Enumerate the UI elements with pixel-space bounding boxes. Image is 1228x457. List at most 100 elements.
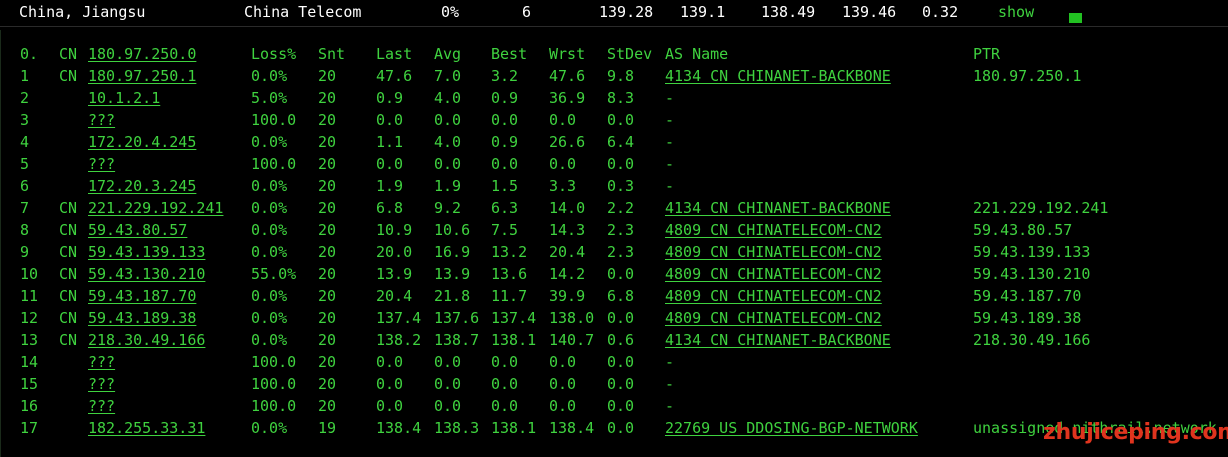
hop-as-name-link[interactable]: 22769 US DDOSING-BGP-NETWORK [665, 419, 918, 437]
hop-stdev: 0.0 [607, 265, 635, 283]
hop-as-name-link[interactable]: 4809 CN CHINATELECOM-CN2 [665, 243, 882, 261]
hop-as-name: - [665, 397, 675, 415]
hop-hop: 16 [20, 397, 39, 415]
hop-snt: 20 [318, 221, 337, 239]
hop-as-name-link[interactable]: 4809 CN CHINATELECOM-CN2 [665, 265, 882, 283]
hop-last: 0.0 [376, 155, 404, 173]
hop-as-name: - [665, 353, 675, 371]
hop-snt: 20 [318, 133, 337, 151]
hop-as-name: - [665, 89, 675, 107]
hop-stdev: 0.6 [607, 331, 635, 349]
hop-snt: 20 [318, 287, 337, 305]
hop-best: 137.4 [491, 309, 537, 327]
column-header-last: Last [376, 45, 413, 63]
hop-row: 6 172.20.3.245 0.0% 20 1.9 1.9 1.5 3.3 0.3 - [1, 175, 1228, 197]
hop-last: 1.9 [376, 177, 404, 195]
hop-hop: 3 [20, 111, 30, 129]
hop-as-name-link[interactable]: 4809 CN CHINATELECOM-CN2 [665, 287, 882, 305]
hop-avg: 13.9 [434, 265, 471, 283]
hop-wrst: 36.9 [549, 89, 586, 107]
hop-avg: 137.6 [434, 309, 480, 327]
column-header-loss: Loss% [251, 45, 297, 63]
hop-as-name-link[interactable]: 4134 CN CHINANET-BACKBONE [665, 331, 891, 349]
hop-hop: 4 [20, 133, 30, 151]
hop-hop: 10 [20, 265, 39, 283]
hop-host-link[interactable]: ??? [88, 397, 115, 415]
hop-wrst: 20.4 [549, 243, 586, 261]
column-header-host[interactable]: 180.97.250.0 [88, 45, 196, 63]
hop-host-link[interactable]: ??? [88, 111, 115, 129]
hop-host-link[interactable]: 172.20.4.245 [88, 133, 196, 151]
hop-as-name-link[interactable]: 4809 CN CHINATELECOM-CN2 [665, 309, 882, 327]
hop-host-link[interactable]: 59.43.80.57 [88, 221, 187, 239]
hop-loss: 100.0 [251, 155, 297, 173]
hop-wrst: 140.7 [549, 331, 595, 349]
show-details-link[interactable]: show [998, 3, 1034, 21]
hop-row: 14??? 100.0 20 0.0 0.0 0.0 0.0 0.0 - [1, 351, 1228, 373]
column-header-snt: Snt [318, 45, 346, 63]
hop-loss: 0.0% [251, 309, 288, 327]
hop-loss: 0.0% [251, 67, 288, 85]
hop-last: 0.9 [376, 89, 404, 107]
hop-loss: 0.0% [251, 331, 288, 349]
hop-stdev: 2.3 [607, 221, 635, 239]
hop-host-link[interactable]: ??? [88, 375, 115, 393]
hop-best: 0.9 [491, 133, 519, 151]
hop-row: 11 CN 59.43.187.70 0.0% 20 20.4 21.8 11.7 39.9 6.… [1, 285, 1228, 307]
hop-as-name-link[interactable]: 4134 CN CHINANET-BACKBONE [665, 199, 891, 217]
hop-as-name: - [665, 375, 675, 393]
hop-avg: 10.6 [434, 221, 471, 239]
hop-host-link[interactable]: ??? [88, 353, 115, 371]
hop-cc: CN [59, 67, 78, 85]
hop-last: 13.9 [376, 265, 413, 283]
hop-host-link[interactable]: 218.30.49.166 [88, 331, 205, 349]
hop-cc: CN [59, 243, 78, 261]
summary-avg: 139.1 [680, 3, 726, 21]
hop-hop: 13 [20, 331, 39, 349]
hop-best: 138.1 [491, 419, 537, 437]
hop-loss: 0.0% [251, 199, 288, 217]
hop-row: 8 CN 59.43.80.57 0.0% 20 10.9 10.6 7.5 14.3 2.3 48… [1, 219, 1228, 241]
hop-loss: 0.0% [251, 287, 288, 305]
hop-host-link[interactable]: 10.1.2.1 [88, 89, 160, 107]
hop-wrst: 26.6 [549, 133, 586, 151]
column-header-ptr: PTR [973, 45, 1001, 63]
hop-host-link[interactable]: 59.43.130.210 [88, 265, 205, 283]
hop-host-link[interactable]: 172.20.3.245 [88, 177, 196, 195]
hop-hop: 11 [20, 287, 39, 305]
hop-snt: 20 [318, 89, 337, 107]
hop-stdev: 2.2 [607, 199, 635, 217]
hop-as-name: - [665, 177, 675, 195]
hop-avg: 1.9 [434, 177, 462, 195]
column-header-stdev: StDev [607, 45, 653, 63]
hop-last: 20.0 [376, 243, 413, 261]
summary-location: China, Jiangsu [19, 3, 146, 21]
hop-wrst: 14.2 [549, 265, 586, 283]
hop-stdev: 6.8 [607, 287, 635, 305]
hop-last: 20.4 [376, 287, 413, 305]
hop-as-name-link[interactable]: 4134 CN CHINANET-BACKBONE [665, 67, 891, 85]
hop-loss: 5.0% [251, 89, 288, 107]
hop-last: 138.4 [376, 419, 422, 437]
hop-best: 6.3 [491, 199, 519, 217]
hop-host-link[interactable]: 182.255.33.31 [88, 419, 205, 437]
column-header-avg: Avg [434, 45, 462, 63]
hop-snt: 20 [318, 111, 337, 129]
hop-snt: 20 [318, 353, 337, 371]
hop-host-link[interactable]: 180.97.250.1 [88, 67, 196, 85]
hop-host-link[interactable]: 59.43.187.70 [88, 287, 196, 305]
hop-as-name-link[interactable]: 4809 CN CHINATELECOM-CN2 [665, 221, 882, 239]
hop-avg: 21.8 [434, 287, 471, 305]
hop-avg: 0.0 [434, 155, 462, 173]
hop-host-link[interactable]: ??? [88, 155, 115, 173]
hop-host-link[interactable]: 59.43.139.133 [88, 243, 205, 261]
hop-ptr: 59.43.189.38 [973, 309, 1082, 327]
hop-host-link[interactable]: 221.229.192.241 [88, 199, 223, 217]
hop-host-link[interactable]: 59.43.189.38 [88, 309, 196, 327]
hop-wrst: 0.0 [549, 397, 577, 415]
hop-hop: 12 [20, 309, 39, 327]
hop-cc: CN [59, 309, 78, 327]
hop-loss: 100.0 [251, 111, 297, 129]
hop-best: 13.6 [491, 265, 528, 283]
hop-snt: 20 [318, 199, 337, 217]
